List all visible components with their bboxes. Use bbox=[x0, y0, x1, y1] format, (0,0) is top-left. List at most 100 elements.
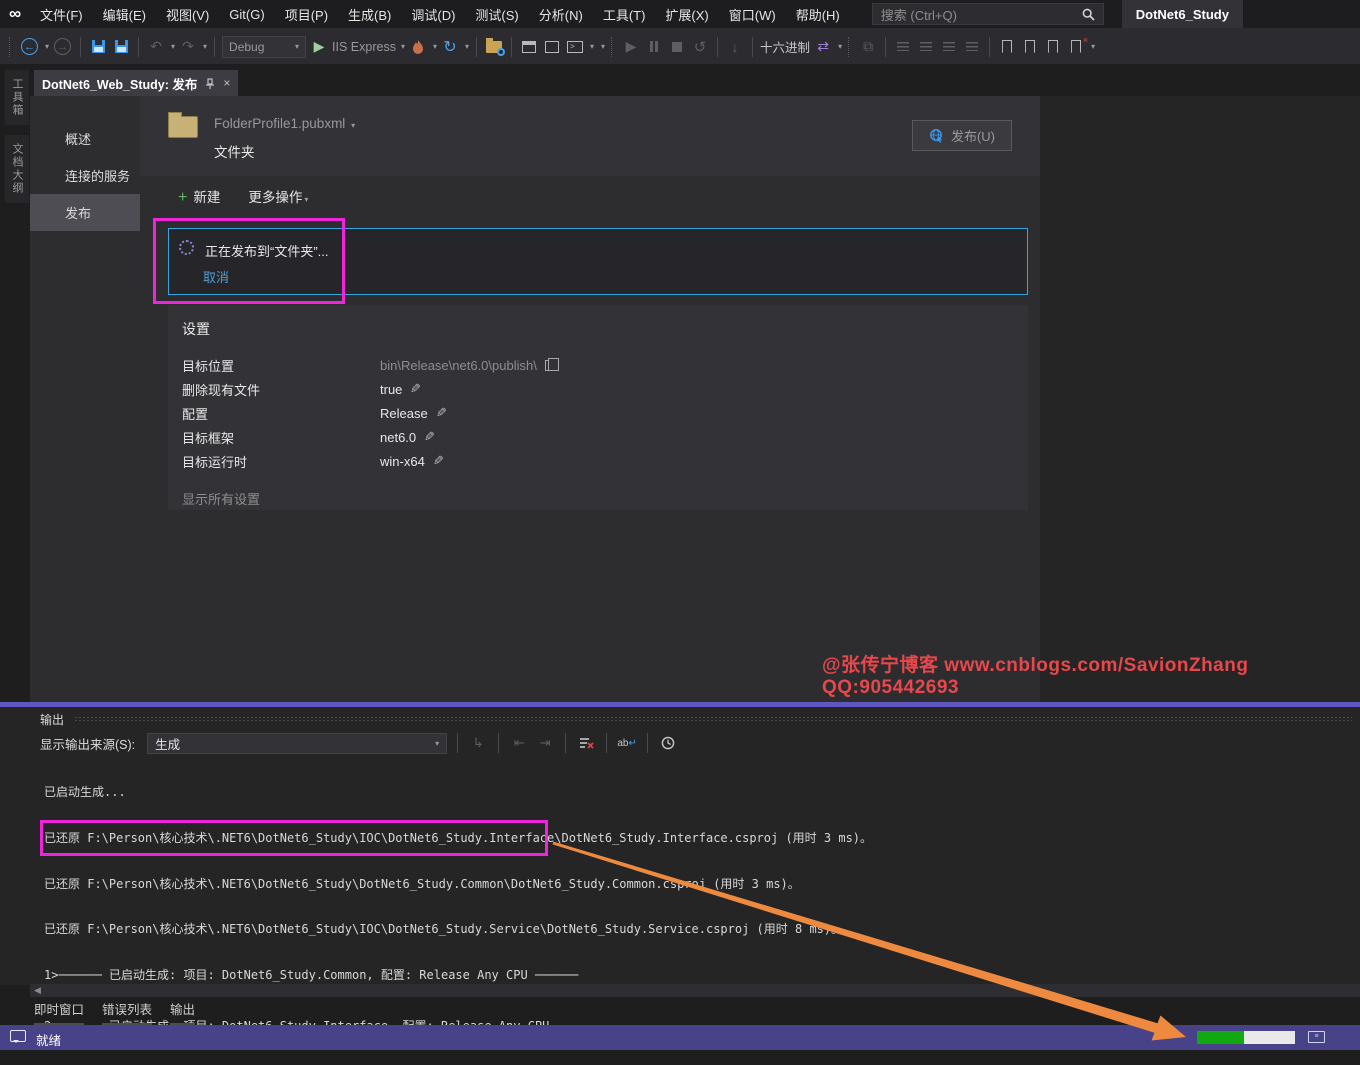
horizontal-scrollbar[interactable]: ◀ bbox=[30, 984, 1360, 997]
chevron-down-icon[interactable]: ▾ bbox=[171, 42, 175, 51]
more-actions-button[interactable]: 更多操作▾ bbox=[248, 186, 308, 207]
publish-button-label: 发布(U) bbox=[951, 126, 995, 145]
restart-button[interactable]: ↺ bbox=[690, 35, 710, 59]
navigate-forward-button[interactable]: → bbox=[52, 35, 73, 59]
step-over-icon[interactable]: ↓ bbox=[725, 35, 745, 59]
edit-pencil-icon[interactable]: ✎ bbox=[436, 405, 447, 421]
bookmark-next-icon[interactable] bbox=[1043, 35, 1063, 59]
home-window-icon[interactable] bbox=[519, 35, 539, 59]
chevron-down-icon[interactable]: ▾ bbox=[590, 42, 594, 51]
save-button[interactable] bbox=[88, 35, 108, 59]
chevron-down-icon[interactable]: ▾ bbox=[401, 42, 405, 51]
publish-document-tab[interactable]: DotNet6_Web_Study: 发布 × bbox=[34, 70, 238, 96]
continue-button[interactable]: ▶ bbox=[621, 35, 641, 59]
word-wrap-icon[interactable]: ab↵ bbox=[617, 733, 637, 753]
start-debug-button[interactable]: ▶ bbox=[309, 35, 329, 59]
tab-immediate-window[interactable]: 即时窗口 bbox=[34, 999, 84, 1022]
toolbox-vertical-tab[interactable]: 工具箱 bbox=[5, 70, 29, 125]
document-outline-vertical-tab[interactable]: 文档大纲 bbox=[5, 135, 29, 203]
hex-display-toggle[interactable]: 十六进制 bbox=[760, 37, 810, 56]
copy-frame-icon[interactable]: ⧉ bbox=[858, 35, 878, 59]
menu-analyze[interactable]: 分析(N) bbox=[529, 0, 593, 28]
quick-search-input[interactable]: 搜索 (Ctrl+Q) bbox=[872, 3, 1104, 25]
solution-configuration-dropdown[interactable]: Debug ▾ bbox=[222, 36, 306, 58]
timestamp-icon[interactable] bbox=[658, 733, 678, 753]
bottom-tool-tabs: 即时窗口 错误列表 输出 bbox=[34, 999, 195, 1022]
menu-debug[interactable]: 调试(D) bbox=[401, 0, 465, 28]
toolbar-overflow-icon[interactable]: ▾ bbox=[1091, 42, 1095, 51]
profile-name: FolderProfile1.pubxml bbox=[214, 116, 345, 131]
menu-build[interactable]: 生成(B) bbox=[338, 0, 401, 28]
hot-reload-icon[interactable] bbox=[408, 35, 428, 59]
profile-dropdown[interactable]: FolderProfile1.pubxml ▾ bbox=[214, 116, 355, 131]
tab-error-list[interactable]: 错误列表 bbox=[102, 999, 152, 1022]
clear-all-icon[interactable] bbox=[576, 733, 596, 753]
notifications-icon[interactable]: ≡ bbox=[1308, 1031, 1325, 1043]
copy-icon[interactable] bbox=[545, 360, 554, 371]
pin-icon[interactable] bbox=[205, 78, 215, 89]
chevron-down-icon: ▾ bbox=[435, 739, 439, 748]
chevron-down-icon[interactable]: ▾ bbox=[45, 42, 49, 51]
menu-edit[interactable]: 编辑(E) bbox=[93, 0, 156, 28]
indent-icon[interactable] bbox=[916, 35, 936, 59]
close-icon[interactable]: × bbox=[223, 76, 230, 90]
nav-item-publish[interactable]: 发布 bbox=[30, 194, 140, 231]
new-profile-button[interactable]: +新建 bbox=[178, 186, 220, 207]
menu-tools[interactable]: 工具(T) bbox=[593, 0, 656, 28]
refresh-button[interactable]: ↻ bbox=[440, 35, 460, 59]
pause-button[interactable] bbox=[644, 35, 664, 59]
menu-file[interactable]: 文件(F) bbox=[30, 0, 93, 28]
next-message-icon[interactable]: ⇥ bbox=[535, 733, 555, 753]
publish-button[interactable]: 发布(U) bbox=[912, 120, 1012, 151]
setting-label: 目标运行时 bbox=[182, 452, 380, 471]
save-all-button[interactable] bbox=[111, 35, 131, 59]
uncomment-icon[interactable] bbox=[962, 35, 982, 59]
bookmark-toggle-icon[interactable] bbox=[997, 35, 1017, 59]
window-layout-icon[interactable] bbox=[542, 35, 562, 59]
output-source-value: 生成 bbox=[155, 734, 180, 753]
redo-button[interactable]: ↷ bbox=[178, 35, 198, 59]
menu-help[interactable]: 帮助(H) bbox=[786, 0, 850, 28]
nav-item-overview[interactable]: 概述 bbox=[30, 120, 140, 157]
cancel-link[interactable]: 取消 bbox=[203, 267, 229, 286]
menu-window[interactable]: 窗口(W) bbox=[719, 0, 786, 28]
panel-drag-handle[interactable] bbox=[74, 716, 1352, 722]
chevron-down-icon[interactable]: ▾ bbox=[203, 42, 207, 51]
feedback-bubble-icon[interactable] bbox=[10, 1030, 26, 1042]
chevron-down-icon[interactable]: ▾ bbox=[465, 42, 469, 51]
solution-name: DotNet6_Study bbox=[1122, 0, 1243, 28]
output-source-dropdown[interactable]: 生成 ▾ bbox=[147, 733, 447, 754]
setting-value: true bbox=[380, 382, 402, 397]
show-all-settings-link[interactable]: 显示所有设置 bbox=[182, 489, 1014, 508]
toolbar-overflow-icon[interactable]: ▾ bbox=[601, 42, 605, 51]
bookmark-prev-icon[interactable] bbox=[1020, 35, 1040, 59]
find-in-files-icon[interactable] bbox=[484, 35, 504, 59]
output-line: 已还原 F:\Person\核心技术\.NET6\DotNet6_Study\I… bbox=[44, 922, 872, 937]
scroll-left-icon[interactable]: ◀ bbox=[34, 985, 41, 996]
tab-output[interactable]: 输出 bbox=[170, 999, 195, 1022]
outdent-icon[interactable] bbox=[893, 35, 913, 59]
menu-view[interactable]: 视图(V) bbox=[156, 0, 219, 28]
edit-pencil-icon[interactable]: ✎ bbox=[410, 381, 421, 397]
terminal-icon[interactable]: > bbox=[565, 35, 585, 59]
diff-icon[interactable]: ⇄ bbox=[813, 35, 833, 59]
nav-item-connected-services[interactable]: 连接的服务 bbox=[30, 157, 140, 194]
edit-pencil-icon[interactable]: ✎ bbox=[433, 453, 444, 469]
comment-icon[interactable] bbox=[939, 35, 959, 59]
menu-git[interactable]: Git(G) bbox=[219, 0, 274, 28]
navigate-back-button[interactable]: ← bbox=[19, 35, 40, 59]
publish-progress-panel: 正在发布到“文件夹”... 取消 bbox=[168, 228, 1028, 295]
prev-message-icon[interactable]: ⇤ bbox=[509, 733, 529, 753]
menu-test[interactable]: 测试(S) bbox=[465, 0, 528, 28]
stop-button[interactable] bbox=[667, 35, 687, 59]
run-target-label[interactable]: IIS Express bbox=[332, 40, 396, 54]
toolbar-overflow-icon[interactable]: ▾ bbox=[838, 42, 842, 51]
edit-pencil-icon[interactable]: ✎ bbox=[424, 429, 435, 445]
menu-extensions[interactable]: 扩展(X) bbox=[655, 0, 718, 28]
toolbar-grip[interactable] bbox=[9, 37, 13, 57]
goto-message-icon[interactable]: ↳ bbox=[468, 733, 488, 753]
chevron-down-icon[interactable]: ▾ bbox=[433, 42, 437, 51]
menu-project[interactable]: 项目(P) bbox=[275, 0, 338, 28]
bookmark-clear-icon[interactable]: × bbox=[1066, 35, 1086, 59]
undo-button[interactable]: ↶ bbox=[146, 35, 166, 59]
